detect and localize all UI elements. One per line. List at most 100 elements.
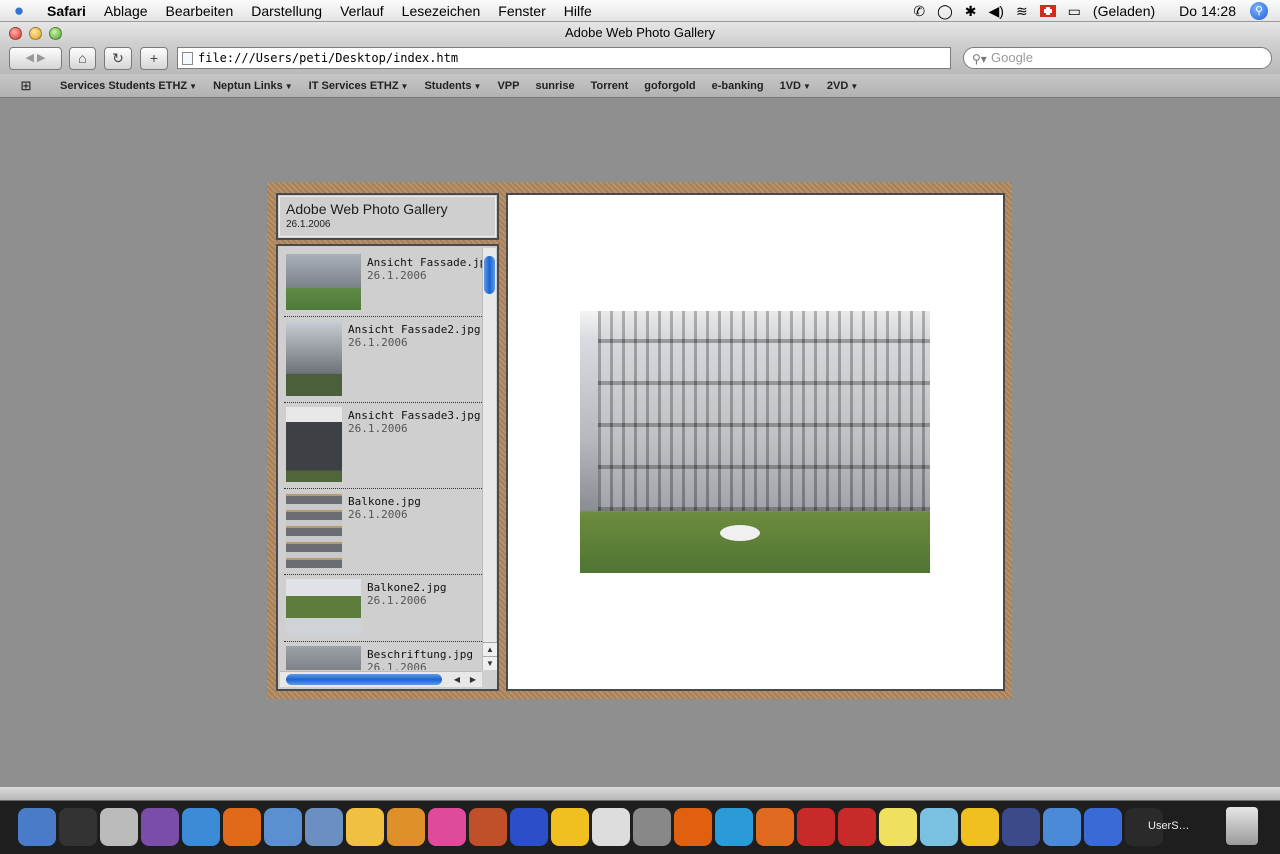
pages-icon[interactable] — [346, 808, 384, 846]
preview-icon[interactable] — [305, 808, 343, 846]
scroll-down-arrow-icon[interactable]: ▼ — [483, 656, 497, 670]
main-photo — [580, 311, 930, 573]
iwork-icon[interactable] — [387, 808, 425, 846]
bookmark-item[interactable]: Services Students ETHZ ▼ — [52, 80, 205, 92]
bookmark-item[interactable]: Students ▼ — [416, 80, 489, 92]
menu-fenster[interactable]: Fenster — [489, 0, 554, 22]
thumbnail-image[interactable] — [286, 254, 361, 310]
bookmark-item[interactable]: e-banking — [704, 80, 772, 92]
thumbnail-name[interactable]: Balkone.jpg — [348, 495, 421, 508]
swiss-flag-icon[interactable] — [1039, 4, 1056, 17]
iphoto-icon[interactable] — [1043, 808, 1081, 846]
dashboard-icon[interactable] — [59, 808, 97, 846]
apple-menu-icon[interactable]: ● — [0, 0, 38, 22]
thumbnail-item[interactable]: Ansicht Fassade.jpg 26.1.2006 — [284, 250, 482, 317]
url-field[interactable]: file:///Users/peti/Desktop/index.htm — [177, 47, 951, 69]
bookmark-item[interactable]: VPP — [489, 80, 527, 92]
thumbnail-item[interactable]: Balkone.jpg 26.1.2006 — [284, 489, 482, 575]
back-forward-button[interactable]: ◀ ▶ — [9, 47, 62, 70]
finder-icon[interactable] — [18, 808, 56, 846]
thumbnail-name[interactable]: Ansicht Fassade2.jpg — [348, 323, 480, 336]
add-bookmark-button[interactable]: + — [140, 47, 168, 70]
pen-icon[interactable] — [469, 808, 507, 846]
flower-icon[interactable] — [428, 808, 466, 846]
textedit-icon[interactable] — [592, 808, 630, 846]
thumbnail-item[interactable]: Balkone2.jpg 26.1.2006 — [284, 575, 482, 642]
thumbnail-name[interactable]: Ansicht Fassade.jpg — [367, 256, 482, 269]
vertical-scrollbar[interactable]: ▲ ▼ — [482, 248, 497, 670]
menu-ablage[interactable]: Ablage — [95, 0, 157, 22]
horizontal-scroll-thumb[interactable] — [286, 674, 442, 685]
wifi-icon[interactable]: ≋ — [1010, 0, 1034, 22]
mail-icon[interactable] — [264, 808, 302, 846]
bookmark-item[interactable]: IT Services ETHZ ▼ — [301, 80, 417, 92]
reload-button[interactable]: ↻ — [104, 47, 132, 70]
vpp-icon[interactable] — [1084, 808, 1122, 846]
vlc-icon[interactable] — [674, 808, 712, 846]
safari-icon[interactable] — [182, 808, 220, 846]
menu-clock[interactable]: Do 14:28 — [1161, 0, 1242, 22]
acrobat-icon-2[interactable] — [838, 808, 876, 846]
scroll-right-arrow-icon[interactable]: ▶ — [466, 673, 480, 687]
thumbnail-item[interactable]: Ansicht Fassade2.jpg 26.1.2006 — [284, 317, 482, 403]
trash-icon[interactable] — [1226, 807, 1258, 845]
battery-status[interactable]: (Geladen) — [1087, 0, 1161, 22]
acrobat-icon[interactable] — [797, 808, 835, 846]
bookmarks-book-icon[interactable]: ⊞ — [0, 78, 52, 94]
bookmark-item[interactable]: sunrise — [527, 80, 582, 92]
menu-hilfe[interactable]: Hilfe — [555, 0, 601, 22]
thumbnail-item[interactable]: Ansicht Fassade3.jpg 26.1.2006 — [284, 403, 482, 489]
thumbnail-item[interactable]: Beschriftung.jpg 26.1.2006 — [284, 642, 482, 670]
word-icon[interactable] — [715, 808, 753, 846]
sync-icon[interactable]: ◯ — [931, 0, 959, 22]
bookmark-item[interactable]: Neptun Links ▼ — [205, 80, 301, 92]
menu-bar: ● Safari Ablage Bearbeiten Darstellung V… — [0, 0, 1280, 22]
page-icon — [182, 52, 193, 65]
thumbnail-image[interactable] — [286, 646, 361, 670]
battery-icon[interactable]: ▭ — [1062, 0, 1087, 22]
vertical-scroll-thumb[interactable] — [484, 256, 495, 294]
zoom-window-icon[interactable] — [49, 27, 62, 40]
vectorworks-icon[interactable] — [510, 808, 548, 846]
search-input[interactable]: ⚲▾ Google — [963, 47, 1272, 69]
bookmark-item[interactable]: goforgold — [636, 80, 703, 92]
thumbnail-image[interactable] — [286, 579, 361, 635]
thumbnail-image[interactable] — [286, 493, 342, 568]
menu-verlauf[interactable]: Verlauf — [331, 0, 393, 22]
system-preferences-icon[interactable] — [100, 808, 138, 846]
z-icon[interactable] — [551, 808, 589, 846]
bookmark-label: 1VD — [779, 79, 801, 92]
horizontal-scrollbar[interactable]: ◀ ▶ — [280, 671, 482, 687]
menu-lesezeichen[interactable]: Lesezeichen — [393, 0, 490, 22]
thumbnail-name[interactable]: Balkone2.jpg — [367, 581, 446, 594]
menu-darstellung[interactable]: Darstellung — [242, 0, 331, 22]
stickies-icon[interactable] — [879, 808, 917, 846]
wave-icon[interactable] — [1002, 808, 1040, 846]
menu-app-name[interactable]: Safari — [38, 0, 95, 22]
minimize-window-icon[interactable] — [29, 27, 42, 40]
scroll-up-arrow-icon[interactable]: ▲ — [483, 642, 497, 656]
cyberduck-icon[interactable] — [961, 808, 999, 846]
spotlight-icon[interactable]: ⚲ — [1250, 1, 1268, 20]
firefox-icon[interactable] — [223, 808, 261, 846]
scroll-left-arrow-icon[interactable]: ◀ — [450, 673, 464, 687]
search-icon: ⚲▾ — [972, 52, 987, 66]
thumbnail-image[interactable] — [286, 321, 342, 396]
thumbnail-image[interactable] — [286, 407, 342, 482]
itunes-icon[interactable] — [920, 808, 958, 846]
powerpoint-icon[interactable] — [756, 808, 794, 846]
bookmark-item[interactable]: 2VD ▼ — [819, 80, 866, 92]
bluetooth-icon[interactable]: ✱ — [959, 0, 983, 22]
phone-icon[interactable]: ✆ — [907, 0, 931, 22]
volume-icon[interactable]: ◀) — [983, 0, 1010, 22]
thumbnail-name[interactable]: Beschriftung.jpg — [367, 648, 473, 661]
bookmark-item[interactable]: 1VD ▼ — [772, 80, 819, 92]
menu-bearbeiten[interactable]: Bearbeiten — [157, 0, 243, 22]
ichat-icon[interactable] — [141, 808, 179, 846]
close-window-icon[interactable] — [9, 27, 22, 40]
chevron-down-icon: ▼ — [850, 81, 859, 91]
thumbnail-name[interactable]: Ansicht Fassade3.jpg — [348, 409, 480, 422]
bookmark-item[interactable]: Torrent — [583, 80, 637, 92]
home-button[interactable]: ⌂ — [69, 47, 96, 70]
tools-icon[interactable] — [633, 808, 671, 846]
